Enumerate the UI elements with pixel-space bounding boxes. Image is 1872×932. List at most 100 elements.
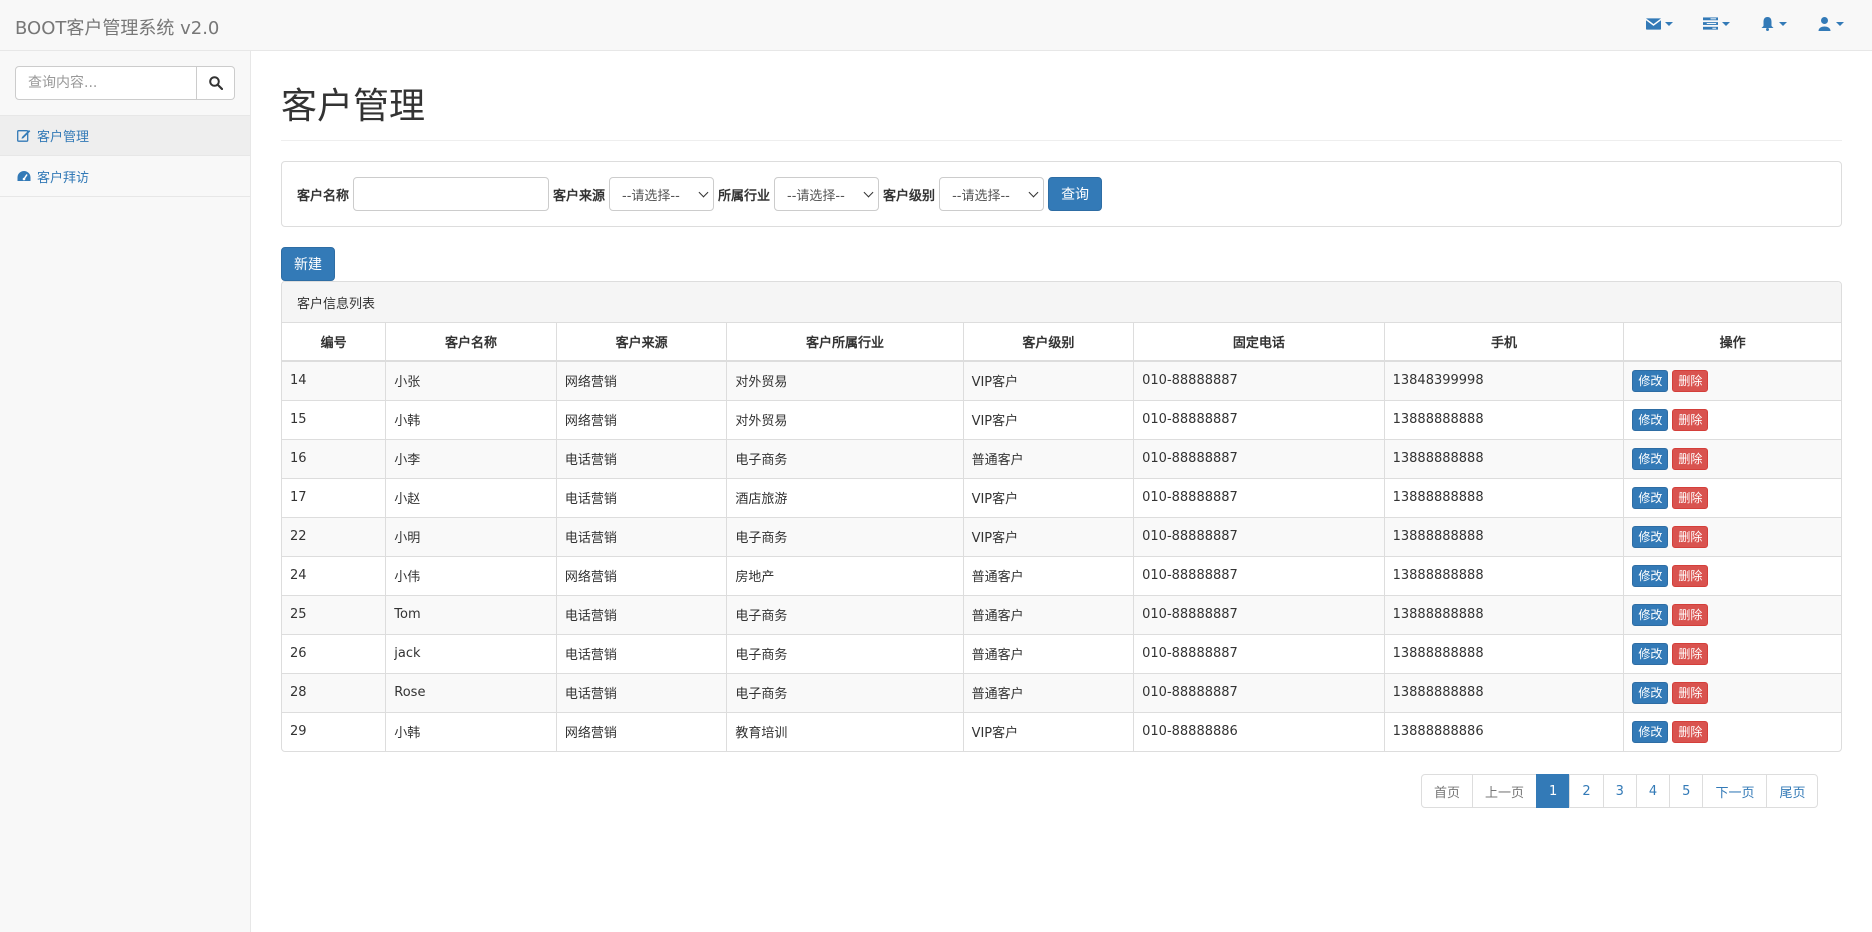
table-cell: 小韩 xyxy=(385,399,557,440)
page-number[interactable]: 2 xyxy=(1569,774,1604,808)
table-cell: 小赵 xyxy=(385,477,557,518)
customer-source-label: 客户来源 xyxy=(553,188,606,204)
new-customer-button[interactable]: 新建 xyxy=(281,247,335,281)
app-brand[interactable]: BOOT客户管理系统 v2.0 xyxy=(15,14,219,40)
sidebar-item-customer-management[interactable]: 客户管理 xyxy=(0,115,250,156)
industry-label: 所属行业 xyxy=(718,188,771,204)
search-icon xyxy=(208,76,223,90)
table-cell: 电子商务 xyxy=(726,594,964,635)
table-cell: 17 xyxy=(282,477,387,518)
table-cell: 电话营销 xyxy=(555,438,728,479)
table-cell: 010-88888887 xyxy=(1133,672,1385,713)
table-cell: 13888888888 xyxy=(1383,672,1625,713)
navbar-right xyxy=(1646,17,1844,31)
customer-name-input[interactable] xyxy=(353,177,550,211)
table-cell: 电子商务 xyxy=(726,633,964,674)
edit-button[interactable]: 修改 xyxy=(1632,486,1669,509)
query-button[interactable]: 查询 xyxy=(1048,177,1103,211)
table-row: 17 小赵 电话营销 酒店旅游 VIP客户 010-88888887 13888888888… xyxy=(282,477,1841,518)
customer-name-label: 客户名称 xyxy=(297,188,350,204)
actions-cell: 修改 删除 xyxy=(1623,594,1841,635)
page-number[interactable]: 3 xyxy=(1602,774,1637,808)
table-cell: 普通客户 xyxy=(962,555,1135,596)
table-row: 28 Rose 电话营销 电子商务 普通客户 010-88888887 1388888888… xyxy=(282,672,1841,713)
column-header: 操作 xyxy=(1623,323,1841,362)
table-row: 25 Tom 电话营销 电子商务 普通客户 010-88888887 13888888888… xyxy=(282,594,1841,635)
sidebar-item-customer-visits[interactable]: 客户拜访 xyxy=(0,156,250,197)
messages-dropdown[interactable] xyxy=(1646,17,1673,31)
sidebar-item-label: 客户管理 xyxy=(37,130,90,145)
industry-select[interactable]: --请选择-- xyxy=(774,177,880,211)
row-actions: 修改 删除 xyxy=(1632,564,1833,587)
actions-cell: 修改 删除 xyxy=(1623,633,1841,674)
column-header: 客户级别 xyxy=(962,323,1135,362)
table-cell: 电子商务 xyxy=(726,516,964,557)
delete-button[interactable]: 删除 xyxy=(1672,681,1709,704)
delete-button[interactable]: 删除 xyxy=(1672,369,1709,392)
customer-source-select[interactable]: --请选择-- xyxy=(609,177,715,211)
delete-button[interactable]: 删除 xyxy=(1672,447,1709,470)
column-header: 手机 xyxy=(1383,323,1625,362)
table-cell: 14 xyxy=(282,360,387,401)
table-cell: jack xyxy=(385,633,557,674)
table-cell: 教育培训 xyxy=(726,711,964,751)
table-cell: 010-88888887 xyxy=(1133,399,1385,440)
page-last[interactable]: 尾页 xyxy=(1766,774,1819,808)
caret-down-icon xyxy=(1836,22,1844,26)
user-dropdown[interactable] xyxy=(1817,17,1844,31)
page-number[interactable]: 5 xyxy=(1669,774,1704,808)
delete-button[interactable]: 删除 xyxy=(1672,564,1709,587)
edit-button[interactable]: 修改 xyxy=(1632,408,1669,431)
sidebar-item-label: 客户拜访 xyxy=(37,170,90,186)
customer-level-select[interactable]: --请选择-- xyxy=(939,177,1045,211)
bell-icon xyxy=(1761,17,1774,31)
edit-button[interactable]: 修改 xyxy=(1632,564,1669,587)
table-row: 22 小明 电话营销 电子商务 VIP客户 010-88888887 13888888888… xyxy=(282,516,1841,557)
page-prev[interactable]: 上一页 xyxy=(1472,774,1538,808)
edit-icon xyxy=(17,130,31,142)
table-cell: 28 xyxy=(282,672,387,713)
table-cell: 小明 xyxy=(385,516,557,557)
edit-button[interactable]: 修改 xyxy=(1632,447,1669,470)
sidebar-search-button[interactable] xyxy=(197,66,235,100)
alerts-dropdown[interactable] xyxy=(1760,17,1787,31)
page-title: 客户管理 xyxy=(281,86,426,127)
tasks-dropdown[interactable] xyxy=(1703,17,1730,31)
table-cell: 13888888888 xyxy=(1383,633,1625,674)
row-actions: 修改 删除 xyxy=(1632,447,1833,470)
table-cell: 16 xyxy=(282,438,387,479)
table-cell: 010-88888887 xyxy=(1133,633,1385,674)
delete-button[interactable]: 删除 xyxy=(1672,720,1709,743)
delete-button[interactable]: 删除 xyxy=(1672,408,1709,431)
page-first[interactable]: 首页 xyxy=(1421,774,1474,808)
sidebar-search-input[interactable] xyxy=(15,66,197,100)
table-cell: 24 xyxy=(282,555,387,596)
table-cell: 010-88888887 xyxy=(1133,594,1385,635)
delete-button[interactable]: 删除 xyxy=(1672,642,1709,665)
table-cell: 电话营销 xyxy=(555,594,728,635)
actions-cell: 修改 删除 xyxy=(1623,477,1841,518)
page-number[interactable]: 1 xyxy=(1536,774,1571,808)
table-cell: VIP客户 xyxy=(962,477,1135,518)
table-cell: Tom xyxy=(385,594,557,635)
edit-button[interactable]: 修改 xyxy=(1632,642,1669,665)
delete-button[interactable]: 删除 xyxy=(1672,603,1709,626)
sidebar: 客户管理 客户拜访 xyxy=(0,51,251,932)
list-panel-heading: 客户信息列表 xyxy=(282,282,1841,323)
edit-button[interactable]: 修改 xyxy=(1632,603,1669,626)
edit-button[interactable]: 修改 xyxy=(1632,525,1669,548)
table-row: 24 小伟 网络营销 房地产 普通客户 010-88888887 13888888888 修改… xyxy=(282,555,1841,596)
page-next[interactable]: 下一页 xyxy=(1702,774,1768,808)
edit-button[interactable]: 修改 xyxy=(1632,720,1669,743)
table-row: 29 小韩 网络营销 教育培训 VIP客户 010-88888886 13888888886… xyxy=(282,711,1841,751)
delete-button[interactable]: 删除 xyxy=(1672,525,1709,548)
edit-button[interactable]: 修改 xyxy=(1632,369,1669,392)
select-value: --请选择-- xyxy=(952,188,1010,204)
filter-panel: 客户名称 客户来源 --请选择-- 所属行业 --请选择-- 客户级别 --请选… xyxy=(281,161,1842,227)
table-cell: 13888888888 xyxy=(1383,438,1625,479)
table-cell: 15 xyxy=(282,399,387,440)
page-number[interactable]: 4 xyxy=(1635,774,1671,808)
table-cell: 网络营销 xyxy=(555,711,728,751)
edit-button[interactable]: 修改 xyxy=(1632,681,1669,704)
delete-button[interactable]: 删除 xyxy=(1672,486,1709,509)
